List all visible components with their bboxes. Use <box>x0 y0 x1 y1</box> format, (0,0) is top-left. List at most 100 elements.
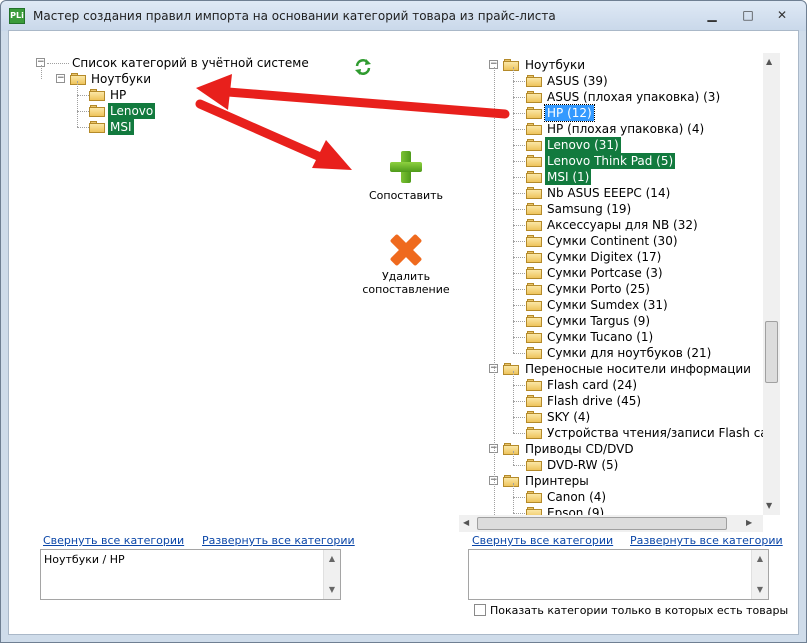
tree-node-label: Nb ASUS EEEPC (14) <box>547 186 671 200</box>
checkbox-box[interactable] <box>474 604 486 616</box>
map-button-label: Сопоставить <box>368 189 444 202</box>
tree-node-label: Переносные носители информации <box>525 362 751 376</box>
only-with-products-checkbox[interactable]: Показать категории только в которых есть… <box>474 604 788 617</box>
tree-node-label: MSI <box>108 119 134 135</box>
folder-icon <box>526 283 542 295</box>
folder-icon <box>503 443 519 455</box>
scroll-thumb[interactable] <box>477 517 727 530</box>
collapse-toggle-icon[interactable]: − <box>56 74 65 83</box>
folder-icon <box>89 121 105 133</box>
tree-node-label: Устройства чтения/записи Flash card (9 <box>547 426 779 440</box>
folder-icon <box>503 475 519 487</box>
scroll-thumb[interactable] <box>765 321 778 383</box>
tree-node-label: Сумки Tucano (1) <box>547 330 654 344</box>
tree-node-label: Сумки Continent (30) <box>547 234 678 248</box>
folder-icon <box>526 427 542 439</box>
folder-icon <box>526 379 542 391</box>
folder-icon <box>70 73 86 85</box>
tree-node-label: Сумки Sumdex (31) <box>547 298 668 312</box>
map-button[interactable]: Сопоставить <box>361 151 451 205</box>
folder-icon <box>526 299 542 311</box>
folder-icon <box>526 91 542 103</box>
tree-node-label: Приводы CD/DVD <box>525 442 634 456</box>
dialog-client-area: − Список категорий в учётной системе − Н… <box>8 30 799 635</box>
tree-node-label: Canon (4) <box>547 490 607 504</box>
tree-node-label: Lenovo Think Pad (5) <box>545 153 676 169</box>
maximize-button[interactable]: □ <box>737 7 759 25</box>
tree-node-label: SKY (4) <box>547 410 591 424</box>
plus-icon <box>390 151 422 183</box>
tree-vertical-scrollbar[interactable]: ▲ ▼ <box>763 53 780 515</box>
folder-icon <box>503 363 519 375</box>
folder-icon <box>526 395 542 407</box>
tree-node-label: Lenovo <box>108 103 156 119</box>
folder-icon <box>526 187 542 199</box>
collapse-all-link-right[interactable]: Свернуть все категории <box>472 534 613 547</box>
right-path-textarea[interactable]: ▲ ▼ <box>468 549 769 600</box>
tree-node-label: Сумки Digitex (17) <box>547 250 662 264</box>
tree-node-label: Samsung (19) <box>547 202 632 216</box>
folder-icon <box>526 123 542 135</box>
tree-node-label: Сумки Targus (9) <box>547 314 651 328</box>
folder-icon <box>89 105 105 117</box>
delete-mapping-button[interactable]: Удалить сопоставление <box>361 233 451 298</box>
folder-icon <box>526 203 542 215</box>
tree-node-label: Ноутбуки <box>91 72 152 86</box>
tree-node-label: Flash drive (45) <box>547 394 642 408</box>
delete-x-icon <box>389 233 423 267</box>
delete-label-line1: Удалить <box>381 270 431 283</box>
scroll-up-arrow[interactable]: ▲ <box>754 552 766 566</box>
folder-icon <box>526 347 542 359</box>
folder-icon <box>526 107 542 119</box>
scroll-right-arrow[interactable]: ▶ <box>746 518 752 527</box>
tree-node-label: Ноутбуки <box>525 58 586 72</box>
app-icon: PLi <box>9 8 25 24</box>
textarea-scrollbar[interactable]: ▲ ▼ <box>323 550 340 599</box>
refresh-icon[interactable] <box>354 58 372 76</box>
collapse-all-link-left[interactable]: Свернуть все категории <box>43 534 184 547</box>
left-path-textarea[interactable]: Ноутбуки / HP ▲ ▼ <box>40 549 341 600</box>
expand-all-link-right[interactable]: Развернуть все категории <box>630 534 783 547</box>
tree-node-label: HP <box>110 88 127 102</box>
tree-node-label: Lenovo (31) <box>545 137 621 153</box>
close-button[interactable]: ✕ <box>771 7 793 25</box>
folder-icon <box>526 331 542 343</box>
checkbox-label: Показать категории только в которых есть… <box>490 604 789 617</box>
scroll-down-arrow[interactable]: ▼ <box>326 583 338 597</box>
folder-icon <box>526 491 542 503</box>
textarea-scrollbar[interactable]: ▲ ▼ <box>751 550 768 599</box>
tree-node-label: MSI (1) <box>545 169 592 185</box>
tree-root-label: Список категорий в учётной системе <box>72 56 309 70</box>
tree-node-notebooks[interactable]: − Ноутбуки <box>56 71 256 87</box>
tree-node-label: Flash card (24) <box>547 378 637 392</box>
folder-icon <box>526 171 542 183</box>
price-list-category-tree[interactable]: − Ноутбуки ASUS (39) ASUS (плохая упаковка)… <box>459 51 779 529</box>
scroll-down-arrow[interactable]: ▼ <box>766 501 772 510</box>
folder-icon <box>526 219 542 231</box>
tree-node-label: ASUS (39) <box>547 74 608 88</box>
scroll-up-arrow[interactable]: ▲ <box>766 57 772 66</box>
folder-icon <box>526 75 542 87</box>
folder-icon <box>526 267 542 279</box>
folder-icon <box>526 315 542 327</box>
tree-node-label: Сумки Porto (25) <box>547 282 650 296</box>
window-title: Мастер создания правил импорта на основа… <box>33 9 556 23</box>
tree-horizontal-scrollbar[interactable]: ◀ ▶ <box>459 515 763 532</box>
tree-node-label: DVD-RW (5) <box>547 458 619 472</box>
tree-node-label: ASUS (плохая упаковка) (3) <box>547 90 721 104</box>
scroll-up-arrow[interactable]: ▲ <box>326 552 338 566</box>
folder-icon <box>526 251 542 263</box>
folder-icon <box>503 59 519 71</box>
title-bar[interactable]: PLi Мастер создания правил импорта на ос… <box>1 1 806 31</box>
tree-node-label: HP (плохая упаковка) (4) <box>547 122 705 136</box>
left-path-text: Ноутбуки / HP <box>44 553 125 566</box>
minimize-button[interactable]: ▁ <box>701 7 723 25</box>
folder-icon <box>526 459 542 471</box>
scroll-left-arrow[interactable]: ◀ <box>463 518 469 527</box>
scroll-down-arrow[interactable]: ▼ <box>754 583 766 597</box>
folder-icon <box>526 155 542 167</box>
tree-node-label: Аксессуары для NB (32) <box>547 218 698 232</box>
tree-node-label: Сумки для ноутбуков (21) <box>547 346 712 360</box>
tree-node-label: HP (12) <box>544 104 595 122</box>
expand-all-link-left[interactable]: Развернуть все категории <box>202 534 355 547</box>
